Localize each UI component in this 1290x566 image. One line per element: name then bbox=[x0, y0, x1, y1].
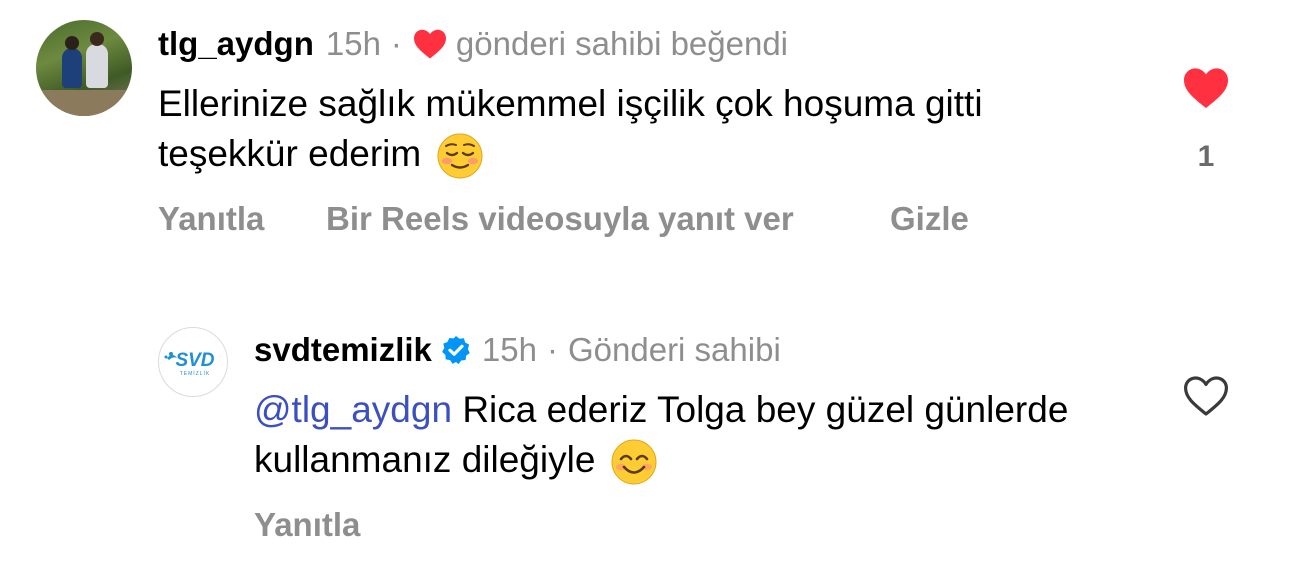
heart-outline-icon[interactable] bbox=[1182, 374, 1230, 418]
comment-time: 15h bbox=[325, 25, 381, 62]
reply-button[interactable]: Yanıtla bbox=[254, 506, 360, 544]
comment-body: Ellerinize sağlık mükemmel işçilik çok h… bbox=[158, 83, 983, 174]
reels-reply-button[interactable]: Bir Reels videosuyla yanıt ver bbox=[326, 200, 794, 238]
comment-username[interactable]: tlg_aydgn bbox=[158, 24, 314, 64]
avatar-photo-person bbox=[86, 44, 108, 88]
reply-button[interactable]: Yanıtla bbox=[158, 200, 264, 238]
reply-time: 15h bbox=[481, 331, 537, 368]
verified-badge-icon bbox=[442, 336, 470, 365]
reply-meta: svdtemizlik 15h · Gönderi sahibi bbox=[254, 330, 781, 370]
reply-text: @tlg_aydgn Rica ederiz Tolga bey güzel g… bbox=[254, 385, 1114, 486]
heart-icon[interactable] bbox=[1182, 66, 1230, 110]
avatar-photo-ground bbox=[36, 90, 132, 116]
meta-separator: · bbox=[546, 331, 558, 368]
meta-separator: · bbox=[390, 25, 402, 62]
comment-like-area: 1 bbox=[1180, 66, 1232, 174]
comment-text: Ellerinize sağlık mükemmel işçilik çok h… bbox=[158, 79, 1118, 180]
avatar[interactable]: SVD TEMİZLİK bbox=[158, 327, 228, 397]
brand-logo-subtext: TEMİZLİK bbox=[180, 370, 211, 377]
comments-thread: tlg_aydgn 15h · gönderi sahibi beğendi E… bbox=[0, 0, 1290, 566]
avatar-photo-head bbox=[65, 36, 79, 50]
avatar-photo-person bbox=[62, 48, 82, 88]
author-role-label: Gönderi sahibi bbox=[567, 331, 781, 368]
heart-icon bbox=[413, 29, 446, 59]
reply-like-area bbox=[1180, 374, 1232, 418]
brand-logo: SVD TEMİZLİK bbox=[164, 350, 215, 377]
brand-logo-text: SVD bbox=[175, 350, 214, 371]
mention-link[interactable]: @tlg_aydgn bbox=[254, 389, 452, 430]
avatar-photo-head bbox=[90, 32, 104, 46]
avatar[interactable] bbox=[36, 20, 132, 116]
liked-by-author-label: gönderi sahibi beğendi bbox=[455, 25, 789, 62]
hide-button[interactable]: Gizle bbox=[890, 200, 969, 238]
relieved-smiling-face-icon bbox=[437, 133, 482, 179]
smiling-face-icon bbox=[611, 439, 657, 485]
comment-meta: tlg_aydgn 15h · gönderi sahibi beğendi bbox=[158, 24, 788, 64]
reply-username[interactable]: svdtemizlik bbox=[254, 330, 432, 370]
like-count[interactable]: 1 bbox=[1198, 140, 1215, 174]
